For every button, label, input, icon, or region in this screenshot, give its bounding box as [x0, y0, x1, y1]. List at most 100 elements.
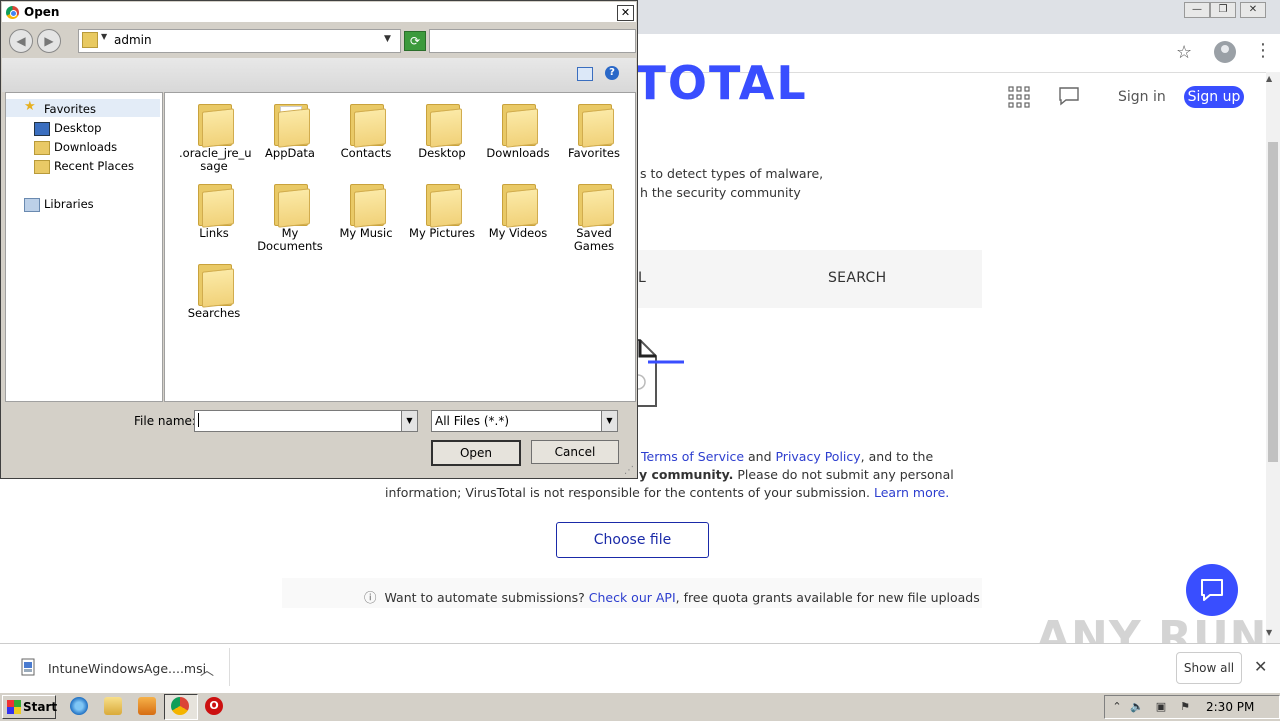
folder-label: Favorites	[568, 146, 620, 160]
terms-line-2-rest: Please do not submit any personal	[733, 467, 954, 482]
terms-and-text: and	[744, 449, 776, 464]
apps-grid-icon[interactable]	[1008, 86, 1030, 108]
ie-icon[interactable]	[70, 697, 88, 715]
shelf-divider	[229, 648, 230, 686]
nav-libraries[interactable]: Libraries	[44, 197, 94, 211]
folder-item[interactable]: Links	[179, 180, 249, 240]
forward-arrow-icon[interactable]: ▶	[37, 29, 61, 53]
show-all-button[interactable]: Show all	[1176, 652, 1242, 684]
terms-of-service-link[interactable]: Terms of Service	[641, 449, 744, 464]
volume-icon[interactable]: 🔈	[1130, 700, 1144, 714]
folder-label-line2: Documents	[257, 239, 323, 253]
close-shelf-icon[interactable]: ✕	[1254, 657, 1267, 676]
nav-recent-places[interactable]: Recent Places	[54, 159, 134, 173]
folder-item[interactable]: Downloads	[483, 100, 553, 160]
navigation-pane	[5, 92, 163, 402]
tray-expand-icon[interactable]: ⌃	[1110, 700, 1124, 714]
folder-icon	[576, 100, 614, 148]
file-name-dropdown-icon[interactable]: ▼	[401, 410, 418, 432]
dialog-close-button[interactable]: ✕	[617, 5, 634, 21]
open-button[interactable]: Open	[431, 440, 521, 466]
choose-file-button[interactable]: Choose file	[556, 522, 709, 558]
nav-favorites[interactable]: Favorites	[44, 102, 96, 116]
terms-line-1: Terms of Service and Privacy Policy, and…	[641, 448, 933, 466]
help-chat-button[interactable]	[1186, 564, 1238, 616]
file-type-dropdown-icon[interactable]: ▼	[601, 410, 618, 432]
folder-icon	[348, 100, 386, 148]
opera-icon[interactable]: O	[205, 697, 223, 715]
browser-menu-icon[interactable]: ⋮	[1254, 40, 1272, 61]
chevron-up-icon[interactable]: ︿	[200, 660, 214, 680]
nav-desktop[interactable]: Desktop	[54, 121, 101, 135]
window-minimize-button[interactable]: —	[1184, 2, 1210, 18]
explorer-icon[interactable]	[104, 697, 122, 715]
breadcrumb-arrow-icon[interactable]: ▼	[101, 32, 107, 41]
folder-item[interactable]: My Videos	[483, 180, 553, 240]
bookmark-star-icon[interactable]: ☆	[1176, 42, 1192, 63]
folder-item[interactable]: My Pictures	[407, 180, 477, 240]
folder-item[interactable]: Saved Games	[559, 180, 629, 253]
back-arrow-icon[interactable]: ◀	[9, 29, 33, 53]
folder-icon	[272, 100, 310, 148]
refresh-icon[interactable]: ⟳	[404, 31, 426, 51]
preview-pane-icon[interactable]	[577, 67, 593, 81]
address-path[interactable]: admin	[114, 33, 152, 47]
start-button[interactable]: Start	[2, 695, 58, 719]
folder-label-line2: Games	[573, 239, 615, 253]
api-text-post: , free quota grants available for new fi…	[675, 590, 980, 605]
favorites-star-icon: ★	[24, 99, 36, 114]
profile-avatar-icon[interactable]	[1214, 41, 1236, 63]
tab-partial[interactable]: L	[638, 270, 646, 286]
chrome-icon	[6, 6, 19, 19]
nav-downloads[interactable]: Downloads	[54, 140, 117, 154]
folder-item[interactable]: Favorites	[559, 100, 629, 160]
resize-grip-icon[interactable]: ⋰	[624, 465, 634, 476]
folder-item[interactable]: My Documents	[255, 180, 325, 253]
privacy-policy-link[interactable]: Privacy Policy	[775, 449, 860, 464]
terms-bold: y community.	[639, 467, 734, 482]
desktop-icon	[34, 122, 50, 136]
start-label: Start	[23, 700, 58, 714]
terms-line-1-post: , and to the	[860, 449, 934, 464]
folder-icon	[348, 180, 386, 228]
window-restore-button[interactable]: ❐	[1210, 2, 1236, 18]
folder-item[interactable]: Contacts	[331, 100, 401, 160]
msi-file-icon	[21, 658, 35, 676]
folder-icon	[500, 180, 538, 228]
folder-label: Contacts	[340, 146, 392, 160]
folder-label: My Pictures	[409, 226, 475, 240]
file-name-input[interactable]	[194, 410, 403, 432]
scroll-up-arrow-icon[interactable]: ▲	[1266, 74, 1272, 83]
tab-search[interactable]: SEARCH	[828, 270, 886, 286]
folder-item[interactable]: AppData	[255, 100, 325, 160]
folder-icon	[500, 100, 538, 148]
learn-more-link[interactable]: Learn more.	[874, 485, 949, 500]
dialog-title: Open	[24, 5, 60, 19]
folder-item[interactable]: Desktop	[407, 100, 477, 160]
dialog-titlebar[interactable]	[2, 2, 636, 22]
window-close-button[interactable]: ✕	[1240, 2, 1266, 18]
folder-item[interactable]: My Music	[331, 180, 401, 240]
sign-in-link[interactable]: Sign in	[1118, 89, 1166, 105]
chrome-icon[interactable]	[171, 697, 189, 715]
downloads-folder-icon	[34, 141, 50, 155]
folder-item[interactable]: Searches	[179, 260, 249, 320]
sign-up-button[interactable]: Sign up	[1184, 86, 1244, 108]
folder-icon	[272, 180, 310, 228]
tagline-line-2: h the security community	[640, 185, 801, 200]
download-filename[interactable]: IntuneWindowsAge....msi	[48, 661, 206, 676]
taskbar-clock[interactable]: 2:30 PM	[1206, 700, 1254, 714]
search-input[interactable]	[429, 29, 636, 53]
chat-icon[interactable]	[1058, 86, 1080, 106]
api-info-text: ⓘ Want to automate submissions? Check ou…	[364, 587, 980, 606]
check-api-link[interactable]: Check our API	[589, 590, 676, 605]
address-dropdown-icon[interactable]: ▼	[384, 34, 391, 44]
file-name-label: File name:	[134, 414, 196, 428]
network-icon[interactable]: ▣	[1154, 700, 1168, 714]
cancel-button[interactable]: Cancel	[531, 440, 619, 464]
scrollbar-thumb[interactable]	[1268, 142, 1278, 462]
action-center-flag-icon[interactable]: ⚑	[1178, 700, 1192, 714]
media-player-icon[interactable]	[138, 697, 156, 715]
folder-item[interactable]: .oracle_jre_u sage	[179, 100, 252, 173]
help-icon[interactable]: ?	[605, 66, 619, 80]
